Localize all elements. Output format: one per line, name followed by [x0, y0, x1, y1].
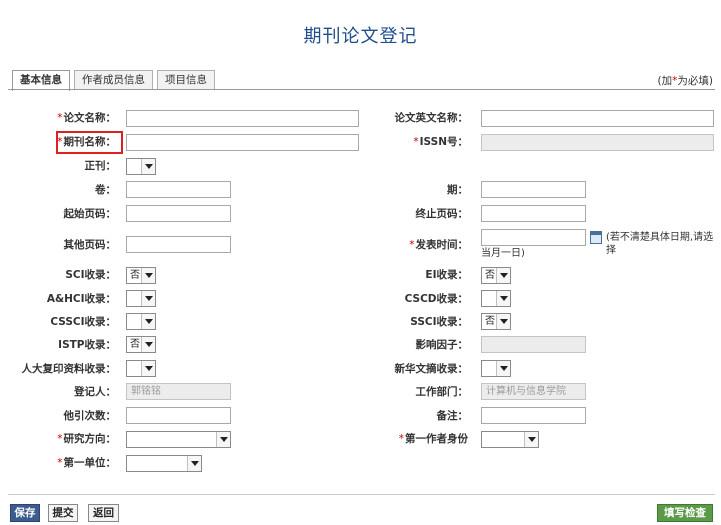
- impact-factor-label: 影响因子：: [415, 339, 469, 351]
- publish-time-input[interactable]: [481, 229, 586, 246]
- remarks-input[interactable]: [481, 407, 586, 424]
- issue-input[interactable]: [481, 181, 586, 198]
- tab-project-info[interactable]: 项目信息: [157, 70, 215, 90]
- end-page-input[interactable]: [481, 205, 586, 222]
- zhengkan-select[interactable]: [126, 158, 156, 175]
- chevron-down-icon: [187, 456, 201, 471]
- chevron-down-icon: [141, 159, 155, 174]
- citations-label: 他引次数：: [63, 410, 117, 422]
- ssci-select[interactable]: 否: [481, 313, 511, 330]
- ei-select[interactable]: 否: [481, 267, 511, 284]
- chevron-down-icon: [496, 291, 510, 306]
- ahci-select[interactable]: [126, 290, 156, 307]
- tab-author-members[interactable]: 作者成员信息: [74, 70, 153, 90]
- save-button[interactable]: 保存: [10, 504, 40, 522]
- start-page-input[interactable]: [126, 205, 231, 222]
- xinhua-select[interactable]: [481, 360, 511, 377]
- cssci-label: CSSCI收录：: [50, 316, 116, 328]
- tab-bar: 基本信息 作者成员信息 项目信息: [12, 70, 215, 91]
- chevron-down-icon: [524, 432, 538, 447]
- chevron-down-icon: [496, 361, 510, 376]
- zhengkan-label: 正刊：: [84, 160, 117, 172]
- calendar-icon[interactable]: [590, 231, 602, 244]
- paper-title-label: *论文名称：: [57, 112, 116, 124]
- rdfy-label: 人大复印资料收录：: [21, 363, 117, 375]
- chevron-down-icon: [496, 268, 510, 283]
- issn-input: [481, 134, 714, 151]
- remarks-label: 备注：: [436, 410, 469, 422]
- department-label: 工作部门：: [415, 386, 469, 398]
- ssci-label: SSCI收录：: [410, 316, 468, 328]
- other-page-input[interactable]: [126, 236, 231, 253]
- required-note: (加*为必填): [657, 75, 713, 87]
- chevron-down-icon: [141, 361, 155, 376]
- sci-select[interactable]: 否: [126, 267, 156, 284]
- citations-input[interactable]: [126, 407, 231, 424]
- tab-basic-info[interactable]: 基本信息: [12, 70, 70, 91]
- chevron-down-icon: [141, 314, 155, 329]
- registrant-label: 登记人：: [74, 386, 116, 398]
- footer-divider: [8, 494, 715, 495]
- back-button[interactable]: 返回: [88, 504, 119, 522]
- paper-title-input[interactable]: [126, 110, 359, 127]
- sci-label: SCI收录：: [65, 269, 116, 281]
- chevron-down-icon: [496, 314, 510, 329]
- page-title: 期刊论文登记: [303, 26, 418, 47]
- chevron-down-icon: [141, 337, 155, 352]
- chevron-down-icon: [216, 432, 230, 447]
- chevron-down-icon: [141, 291, 155, 306]
- paper-title-en-input[interactable]: [481, 110, 714, 127]
- publish-time-hint-1: (若不清楚具体日期,请选择: [606, 232, 714, 256]
- istp-select[interactable]: 否: [126, 336, 156, 353]
- research-direction-select[interactable]: [126, 431, 231, 448]
- submit-button[interactable]: 提交: [48, 504, 78, 522]
- cssci-select[interactable]: [126, 313, 156, 330]
- publish-time-label: *发表时间：: [409, 239, 468, 251]
- volume-label: 卷：: [95, 184, 116, 196]
- journal-name-input[interactable]: [126, 134, 359, 151]
- impact-factor-input: [481, 336, 586, 353]
- publish-time-hint-2: 当月一日): [481, 248, 525, 259]
- issue-label: 期：: [447, 184, 468, 196]
- first-unit-label: *第一单位：: [57, 457, 116, 469]
- first-author-identity-label: *第一作者身份: [398, 433, 468, 445]
- ahci-label: A&HCI收录：: [46, 293, 116, 305]
- journal-name-label: *期刊名称：: [57, 136, 116, 148]
- chevron-down-icon: [141, 268, 155, 283]
- volume-input[interactable]: [126, 181, 231, 198]
- istp-label: ISTP收录：: [58, 339, 116, 351]
- paper-title-en-label: 论文英文名称：: [394, 112, 469, 124]
- start-page-label: 起始页码：: [63, 208, 117, 220]
- registrant-input: 郭铭铭: [126, 383, 231, 400]
- issn-label: *ISSN号：: [413, 136, 468, 148]
- cscd-label: CSCD收录：: [404, 293, 468, 305]
- ei-label: EI收录：: [425, 269, 468, 281]
- rdfy-select[interactable]: [126, 360, 156, 377]
- end-page-label: 终止页码：: [415, 208, 469, 220]
- department-input: 计算机与信息学院: [481, 383, 586, 400]
- research-direction-label: *研究方向：: [57, 433, 116, 445]
- first-author-identity-select[interactable]: [481, 431, 539, 448]
- xinhua-label: 新华文摘收录：: [394, 363, 469, 375]
- other-page-label: 其他页码：: [63, 239, 117, 251]
- fill-check-button[interactable]: 填写检查: [657, 504, 713, 522]
- cscd-select[interactable]: [481, 290, 511, 307]
- tab-divider: [8, 89, 715, 90]
- first-unit-select[interactable]: [126, 455, 202, 472]
